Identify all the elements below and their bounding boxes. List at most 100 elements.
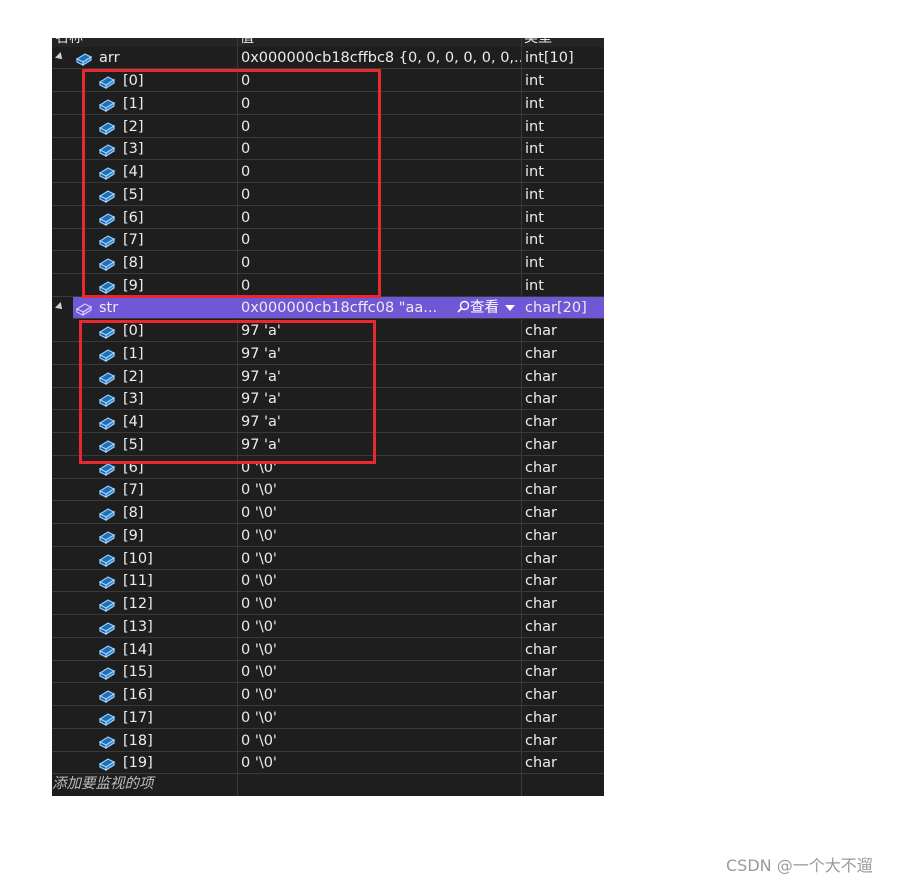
type-cell: char [525, 596, 558, 612]
header-type[interactable]: 类型 [521, 38, 552, 47]
element-index: [11] [123, 573, 153, 590]
name-cell: [17] [52, 707, 237, 729]
object-variable-icon [75, 53, 93, 66]
type-cell: char [525, 505, 558, 521]
value-cell[interactable]: 0 '\0' [237, 570, 521, 592]
object-variable-icon [98, 735, 116, 749]
type-cell: char[20] [525, 300, 587, 316]
object-variable-icon [98, 622, 116, 635]
type-cell: char [525, 755, 558, 772]
element-index: [12] [123, 596, 153, 612]
watermark: CSDN @一个大不遛 [726, 856, 873, 875]
type-cell: int [525, 118, 544, 135]
expander-triangle-icon[interactable] [55, 52, 65, 62]
watch-row-element[interactable]: [12] 0 '\0' char [52, 593, 604, 615]
type-cell: char [525, 618, 558, 635]
view-visualizer-button[interactable]: 查看 [457, 297, 515, 319]
watch-row-str[interactable]: str 0x000000cb18cffc08 "aa... 查看 char[20… [73, 297, 604, 319]
type-cell: char [525, 687, 558, 703]
type-cell: char [525, 345, 558, 362]
type-cell: char [525, 414, 558, 430]
element-index: [19] [123, 755, 153, 772]
name-cell: [7] [52, 479, 237, 501]
type-cell: int [525, 141, 544, 158]
type-cell: char [525, 459, 558, 476]
type-cell: int[10] [525, 50, 574, 66]
name-cell: [11] [52, 570, 237, 592]
expander-triangle-icon[interactable] [55, 302, 65, 312]
object-variable-icon [98, 485, 116, 499]
value-cell[interactable]: 0x000000cb18cffbc8 {0, 0, 0, 0, 0, 0,... [237, 47, 521, 69]
add-watch-label: 添加要监视的项 [52, 776, 154, 792]
watch-row-arr[interactable]: arr 0x000000cb18cffbc8 {0, 0, 0, 0, 0, 0… [52, 47, 604, 69]
object-variable-icon [98, 531, 116, 544]
watch-row-element[interactable]: [18] 0 '\0' char [52, 730, 604, 752]
value-cell[interactable]: 0 '\0' [237, 684, 521, 706]
element-index: [13] [123, 618, 153, 635]
object-variable-icon [98, 667, 116, 681]
watch-row-element[interactable]: [14] 0 '\0' char [52, 639, 604, 661]
name-cell: [15] [52, 661, 237, 683]
type-cell: int [525, 277, 544, 294]
value-cell[interactable]: 0 '\0' [237, 661, 521, 683]
element-index: [8] [123, 505, 144, 521]
value-cell[interactable]: 0 '\0' [237, 548, 521, 570]
variable-name: str [99, 300, 119, 316]
name-cell: [18] [52, 730, 237, 752]
watch-row-element[interactable]: [9] 0 '\0' char [52, 525, 604, 547]
type-cell: char [525, 550, 558, 567]
object-variable-icon [98, 599, 116, 612]
value-cell[interactable]: 0 '\0' [237, 639, 521, 661]
watch-row-element[interactable]: [17] 0 '\0' char [52, 707, 604, 729]
highlight-box-str [79, 320, 376, 464]
watch-row-element[interactable]: [15] 0 '\0' char [52, 661, 604, 684]
object-variable-icon [98, 690, 116, 703]
value-cell[interactable]: 0 '\0' [237, 593, 521, 615]
type-cell: char [525, 323, 558, 339]
watch-row-element[interactable]: [13] 0 '\0' char [52, 616, 604, 638]
value-cell[interactable]: 0 '\0' [237, 707, 521, 729]
value-cell[interactable]: 0 '\0' [237, 730, 521, 752]
value-cell[interactable]: 0 '\0' [237, 525, 521, 547]
element-index: [16] [123, 687, 153, 703]
name-cell: arr [52, 47, 237, 69]
name-cell: [13] [52, 616, 237, 638]
value-cell[interactable]: 0x000000cb18cffc08 "aa... 查看 [237, 297, 521, 319]
watch-row-element[interactable]: [8] 0 '\0' char [52, 502, 604, 524]
highlight-box-arr [82, 69, 381, 298]
watch-row-element[interactable]: [7] 0 '\0' char [52, 479, 604, 502]
watch-row-element[interactable]: [10] 0 '\0' char [52, 548, 604, 570]
type-cell: char [525, 573, 558, 590]
header-value[interactable]: 值 [237, 38, 254, 47]
value-cell[interactable]: 0 '\0' [237, 752, 521, 774]
name-cell: [14] [52, 639, 237, 661]
search-icon [457, 300, 470, 313]
element-index: [9] [123, 527, 144, 544]
type-cell: int [525, 164, 544, 180]
element-index: [10] [123, 550, 153, 567]
value-cell[interactable]: 0 '\0' [237, 616, 521, 638]
value-cell[interactable]: 0 '\0' [237, 479, 521, 501]
object-variable-icon [98, 508, 116, 521]
name-cell: [16] [52, 684, 237, 706]
watch-row-element[interactable]: [16] 0 '\0' char [52, 684, 604, 706]
name-cell: [19] [52, 752, 237, 774]
value-cell[interactable]: 0 '\0' [237, 502, 521, 524]
header-name[interactable]: 名称 [52, 38, 83, 47]
type-cell: int [525, 209, 544, 226]
type-cell: int [525, 186, 544, 203]
add-watch-item[interactable]: 添加要监视的项 [52, 773, 604, 796]
element-index: [17] [123, 709, 153, 726]
variable-name: arr [99, 50, 120, 66]
type-cell: int [525, 95, 544, 112]
object-variable-icon [98, 713, 116, 726]
type-cell: char [525, 391, 558, 408]
name-cell: [12] [52, 593, 237, 615]
name-cell: [8] [52, 502, 237, 524]
element-index: [15] [123, 664, 153, 681]
watch-row-element[interactable]: [19] 0 '\0' char [52, 752, 604, 775]
watch-row-element[interactable]: [11] 0 '\0' char [52, 570, 604, 593]
name-cell: str [73, 297, 237, 319]
type-cell: char [525, 527, 558, 544]
type-cell: char [525, 641, 558, 658]
